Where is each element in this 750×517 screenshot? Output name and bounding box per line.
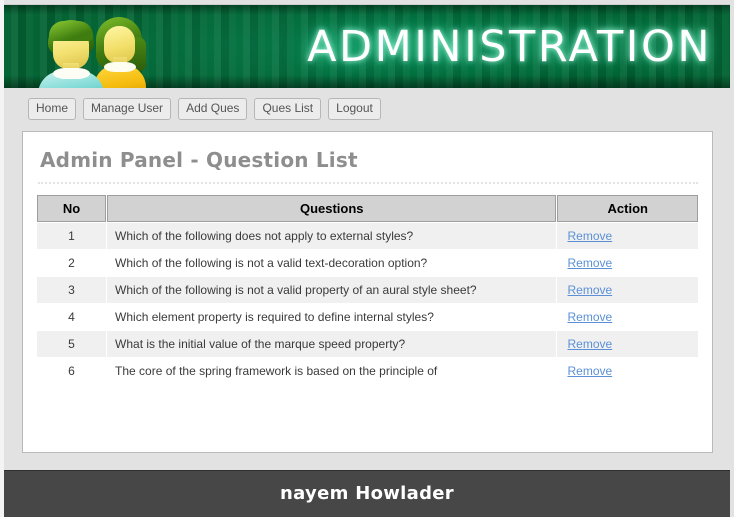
page-title: Admin Panel - Question List <box>40 148 358 172</box>
nav-button-group: Home Manage User Add Ques Ques List Logo… <box>28 98 381 120</box>
table-row: 1 Which of the following does not apply … <box>37 223 698 249</box>
cell-no: 6 <box>37 358 107 384</box>
title-divider <box>38 182 698 184</box>
table-row: 4 Which element property is required to … <box>37 304 698 330</box>
nav-button-add-ques[interactable]: Add Ques <box>178 98 248 120</box>
table-row: 3 Which of the following is not a valid … <box>37 277 698 303</box>
cell-no: 3 <box>37 277 107 303</box>
nav-button-home[interactable]: Home <box>28 98 77 120</box>
banner-title: ADMINISTRATION <box>307 22 712 72</box>
table-row: 2 Which of the following is not a valid … <box>37 250 698 276</box>
column-header-questions: Questions <box>107 195 557 222</box>
remove-link[interactable]: Remove <box>567 310 612 324</box>
cell-action: Remove <box>557 358 698 384</box>
cell-question: Which of the following is not a valid te… <box>107 250 557 276</box>
cell-no: 2 <box>37 250 107 276</box>
navigation-bar: Home Manage User Add Ques Ques List Logo… <box>4 88 730 124</box>
remove-link[interactable]: Remove <box>567 364 612 378</box>
cell-no: 1 <box>37 223 107 249</box>
remove-link[interactable]: Remove <box>567 337 612 351</box>
remove-link[interactable]: Remove <box>567 229 612 243</box>
nav-button-manage-user[interactable]: Manage User <box>83 98 172 120</box>
cell-action: Remove <box>557 331 698 357</box>
site-footer: nayem Howlader <box>4 470 730 517</box>
column-header-no: No <box>37 195 107 222</box>
remove-link[interactable]: Remove <box>567 256 612 270</box>
site-banner: ADMINISTRATION <box>4 4 730 89</box>
nav-button-logout[interactable]: Logout <box>328 98 381 120</box>
nav-button-ques-list[interactable]: Ques List <box>254 98 322 120</box>
table-header-row: No Questions Action <box>37 195 698 222</box>
remove-link[interactable]: Remove <box>567 283 612 297</box>
question-list-table: No Questions Action 1 Which of the follo… <box>36 194 699 385</box>
content-panel: Admin Panel - Question List No Questions… <box>22 131 713 453</box>
cell-question: Which of the following is not a valid pr… <box>107 277 557 303</box>
cell-action: Remove <box>557 223 698 249</box>
table-row: 6 The core of the spring framework is ba… <box>37 358 698 384</box>
table-head: No Questions Action <box>37 195 698 222</box>
footer-top-border <box>4 470 730 471</box>
table-row: 5 What is the initial value of the marqu… <box>37 331 698 357</box>
cell-action: Remove <box>557 250 698 276</box>
cell-question: The core of the spring framework is base… <box>107 358 557 384</box>
footer-text: nayem Howlader <box>280 483 454 504</box>
table-body: 1 Which of the following does not apply … <box>37 223 698 384</box>
cell-question: Which element property is required to de… <box>107 304 557 330</box>
cell-no: 4 <box>37 304 107 330</box>
cell-no: 5 <box>37 331 107 357</box>
cell-action: Remove <box>557 304 698 330</box>
cell-question: Which of the following does not apply to… <box>107 223 557 249</box>
cell-action: Remove <box>557 277 698 303</box>
page-root: ADMINISTRATION Home Manage User Add Ques… <box>0 0 750 517</box>
column-header-action: Action <box>557 195 698 222</box>
cell-question: What is the initial value of the marque … <box>107 331 557 357</box>
